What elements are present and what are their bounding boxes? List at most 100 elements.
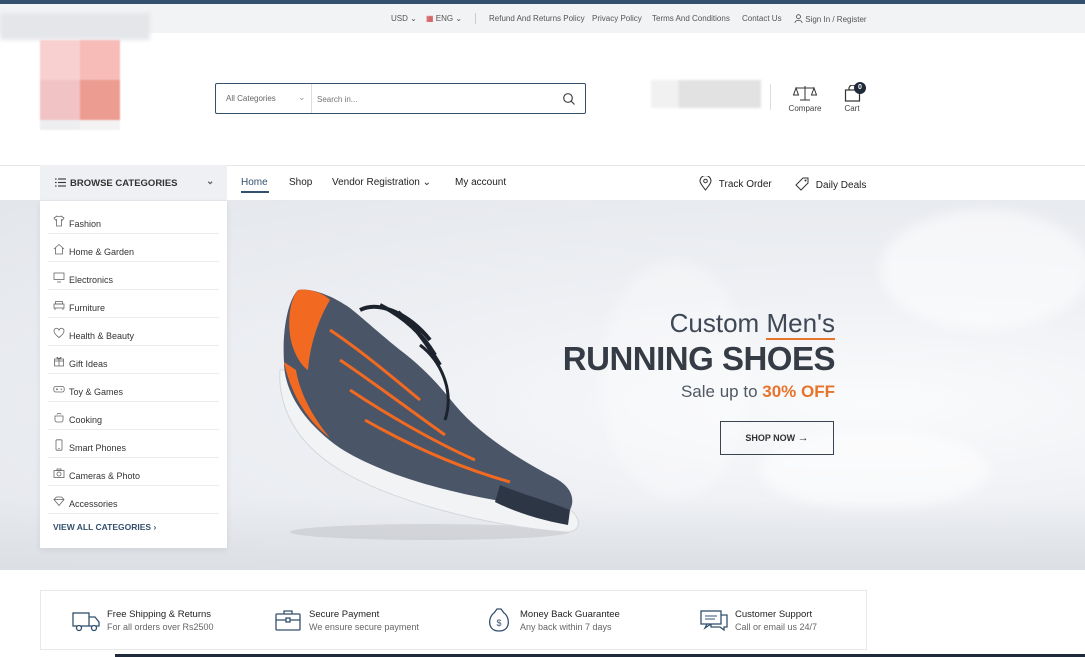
category-gift-ideas[interactable]: Gift Ideas <box>48 346 219 374</box>
daily-deals-label: Daily Deals <box>815 180 867 191</box>
category-smart-phones[interactable]: Smart Phones <box>48 430 219 458</box>
header-divider <box>770 84 771 110</box>
nav-active-indicator <box>241 191 269 193</box>
nav-shop[interactable]: Shop <box>289 177 312 188</box>
feature-title: Customer Support <box>735 609 813 620</box>
sign-in-label: Sign In / Register <box>805 15 867 24</box>
shop-now-label: SHOP NOW <box>745 433 796 443</box>
category-label: Furniture <box>69 303 106 313</box>
contact-us-link[interactable]: Contact Us <box>742 14 782 23</box>
feature-subtitle: We ensure secure payment <box>309 622 419 632</box>
privacy-policy-link[interactable]: Privacy Policy <box>592 14 642 23</box>
language-label: ENG <box>435 14 454 23</box>
diamond-icon <box>53 496 65 507</box>
category-label: Fashion <box>69 219 102 229</box>
hero-line-1-underlined: Men's <box>766 308 835 340</box>
category-home-garden[interactable]: Home & Garden <box>48 234 219 262</box>
background-leg-blur <box>600 260 750 500</box>
category-label: Electronics <box>69 275 114 285</box>
cart-count-badge: 0 <box>854 82 866 94</box>
chevron-down-icon: ⌄ <box>298 92 306 102</box>
view-all-categories-link[interactable]: VIEW ALL CATEGORIES › <box>53 522 156 532</box>
running-shoe-image <box>279 289 579 540</box>
browse-categories-button[interactable]: BROWSE CATEGORIES ⌄ <box>40 165 227 201</box>
category-label: Toy & Games <box>69 387 124 397</box>
monitor-icon <box>53 272 65 283</box>
heart-icon <box>53 327 65 339</box>
hero-discount: 30% OFF <box>762 382 835 401</box>
logo[interactable] <box>40 40 120 130</box>
track-order-label: Track Order <box>718 179 772 190</box>
hero-line-1: Custom Men's <box>669 308 835 340</box>
language-selector[interactable]: ▦ ENG ⌄ <box>426 14 462 23</box>
phone-number-blurred <box>651 80 761 108</box>
category-cameras-photo[interactable]: Cameras & Photo <box>48 458 219 486</box>
category-label: Home & Garden <box>69 247 135 257</box>
category-health-beauty[interactable]: Health & Beauty <box>48 318 219 346</box>
chevron-right-icon: › <box>153 522 157 532</box>
hero-sale-prefix: Sale up to <box>680 382 763 401</box>
category-accessories[interactable]: Accessories <box>48 486 219 514</box>
hero-title: RUNNING SHOES <box>562 340 836 377</box>
nav-vendor-registration[interactable]: Vendor Registration ⌄ <box>332 177 431 188</box>
category-toy-games[interactable]: Toy & Games <box>48 374 219 402</box>
background-hand-blur <box>880 210 1085 330</box>
shop-now-button[interactable]: SHOP NOW → <box>720 421 834 455</box>
nav-my-account[interactable]: My account <box>455 177 506 188</box>
arrow-right-icon: → <box>797 432 809 444</box>
top-bar: USD ⌄ ▦ ENG ⌄ Refund And Returns Policy … <box>0 4 1085 33</box>
tag-icon <box>795 177 809 191</box>
camera-icon <box>53 468 65 478</box>
feature-title: Free Shipping & Returns <box>107 609 212 620</box>
money-bag-icon: $ <box>489 608 509 632</box>
track-order-link[interactable]: Track Order <box>699 175 772 191</box>
categories-menu: Fashion Home & Garden Electronics Furnit… <box>40 201 227 548</box>
currency-selector[interactable]: USD ⌄ <box>391 14 417 23</box>
map-pin-icon <box>699 175 712 191</box>
sofa-icon <box>53 301 65 310</box>
hero-line-1-prefix: Custom <box>669 308 767 338</box>
tshirt-icon <box>53 215 65 227</box>
category-cooking[interactable]: Cooking <box>48 402 219 430</box>
category-label: Cooking <box>69 415 103 425</box>
category-label: Accessories <box>69 499 118 509</box>
search-icon[interactable] <box>562 92 576 106</box>
category-label: Health & Beauty <box>69 331 135 341</box>
home-icon <box>53 243 65 255</box>
terms-link[interactable]: Terms And Conditions <box>652 14 730 23</box>
gamepad-icon <box>53 386 65 393</box>
browse-categories-label: BROWSE CATEGORIES <box>70 178 178 189</box>
category-furniture[interactable]: Furniture <box>48 290 219 318</box>
sign-in-link[interactable]: Sign In / Register <box>794 14 867 24</box>
category-label: Smart Phones <box>69 443 127 453</box>
chevron-down-icon: ⌄ <box>422 177 432 188</box>
pot-icon <box>54 412 64 423</box>
scale-icon <box>792 86 818 101</box>
search-input[interactable] <box>317 89 547 109</box>
cart-label: Cart <box>844 104 860 113</box>
feature-subtitle: For all orders over Rs2500 <box>107 622 214 632</box>
feature-subtitle: Call or email us 24/7 <box>735 622 818 632</box>
list-icon <box>55 178 66 187</box>
vendor-registration-label: Vendor Registration <box>332 177 420 188</box>
compare-button[interactable]: Compare <box>786 85 824 113</box>
refund-policy-link[interactable]: Refund And Returns Policy <box>489 14 585 23</box>
category-label: Cameras & Photo <box>69 471 141 481</box>
feature-title: Money Back Guarantee <box>520 609 620 620</box>
nav-home[interactable]: Home <box>241 177 268 188</box>
user-icon <box>794 14 803 24</box>
feature-subtitle: Any back within 7 days <box>520 622 612 632</box>
daily-deals-link[interactable]: Daily Deals <box>794 176 866 192</box>
chevron-down-icon: ⌄ <box>206 176 215 187</box>
truck-icon <box>72 612 100 632</box>
category-select[interactable]: All Categories ⌄ <box>216 84 312 113</box>
briefcase-icon <box>275 610 301 631</box>
view-all-label: VIEW ALL CATEGORIES <box>53 522 152 532</box>
logo-blurred <box>0 13 150 40</box>
flag-icon: ▦ <box>426 14 434 23</box>
currency-label: USD <box>391 14 408 23</box>
category-electronics[interactable]: Electronics <box>48 262 219 290</box>
svg-text:$: $ <box>496 618 501 628</box>
hero-sale-text: Sale up to 30% OFF <box>681 382 835 402</box>
category-fashion[interactable]: Fashion <box>48 206 219 234</box>
